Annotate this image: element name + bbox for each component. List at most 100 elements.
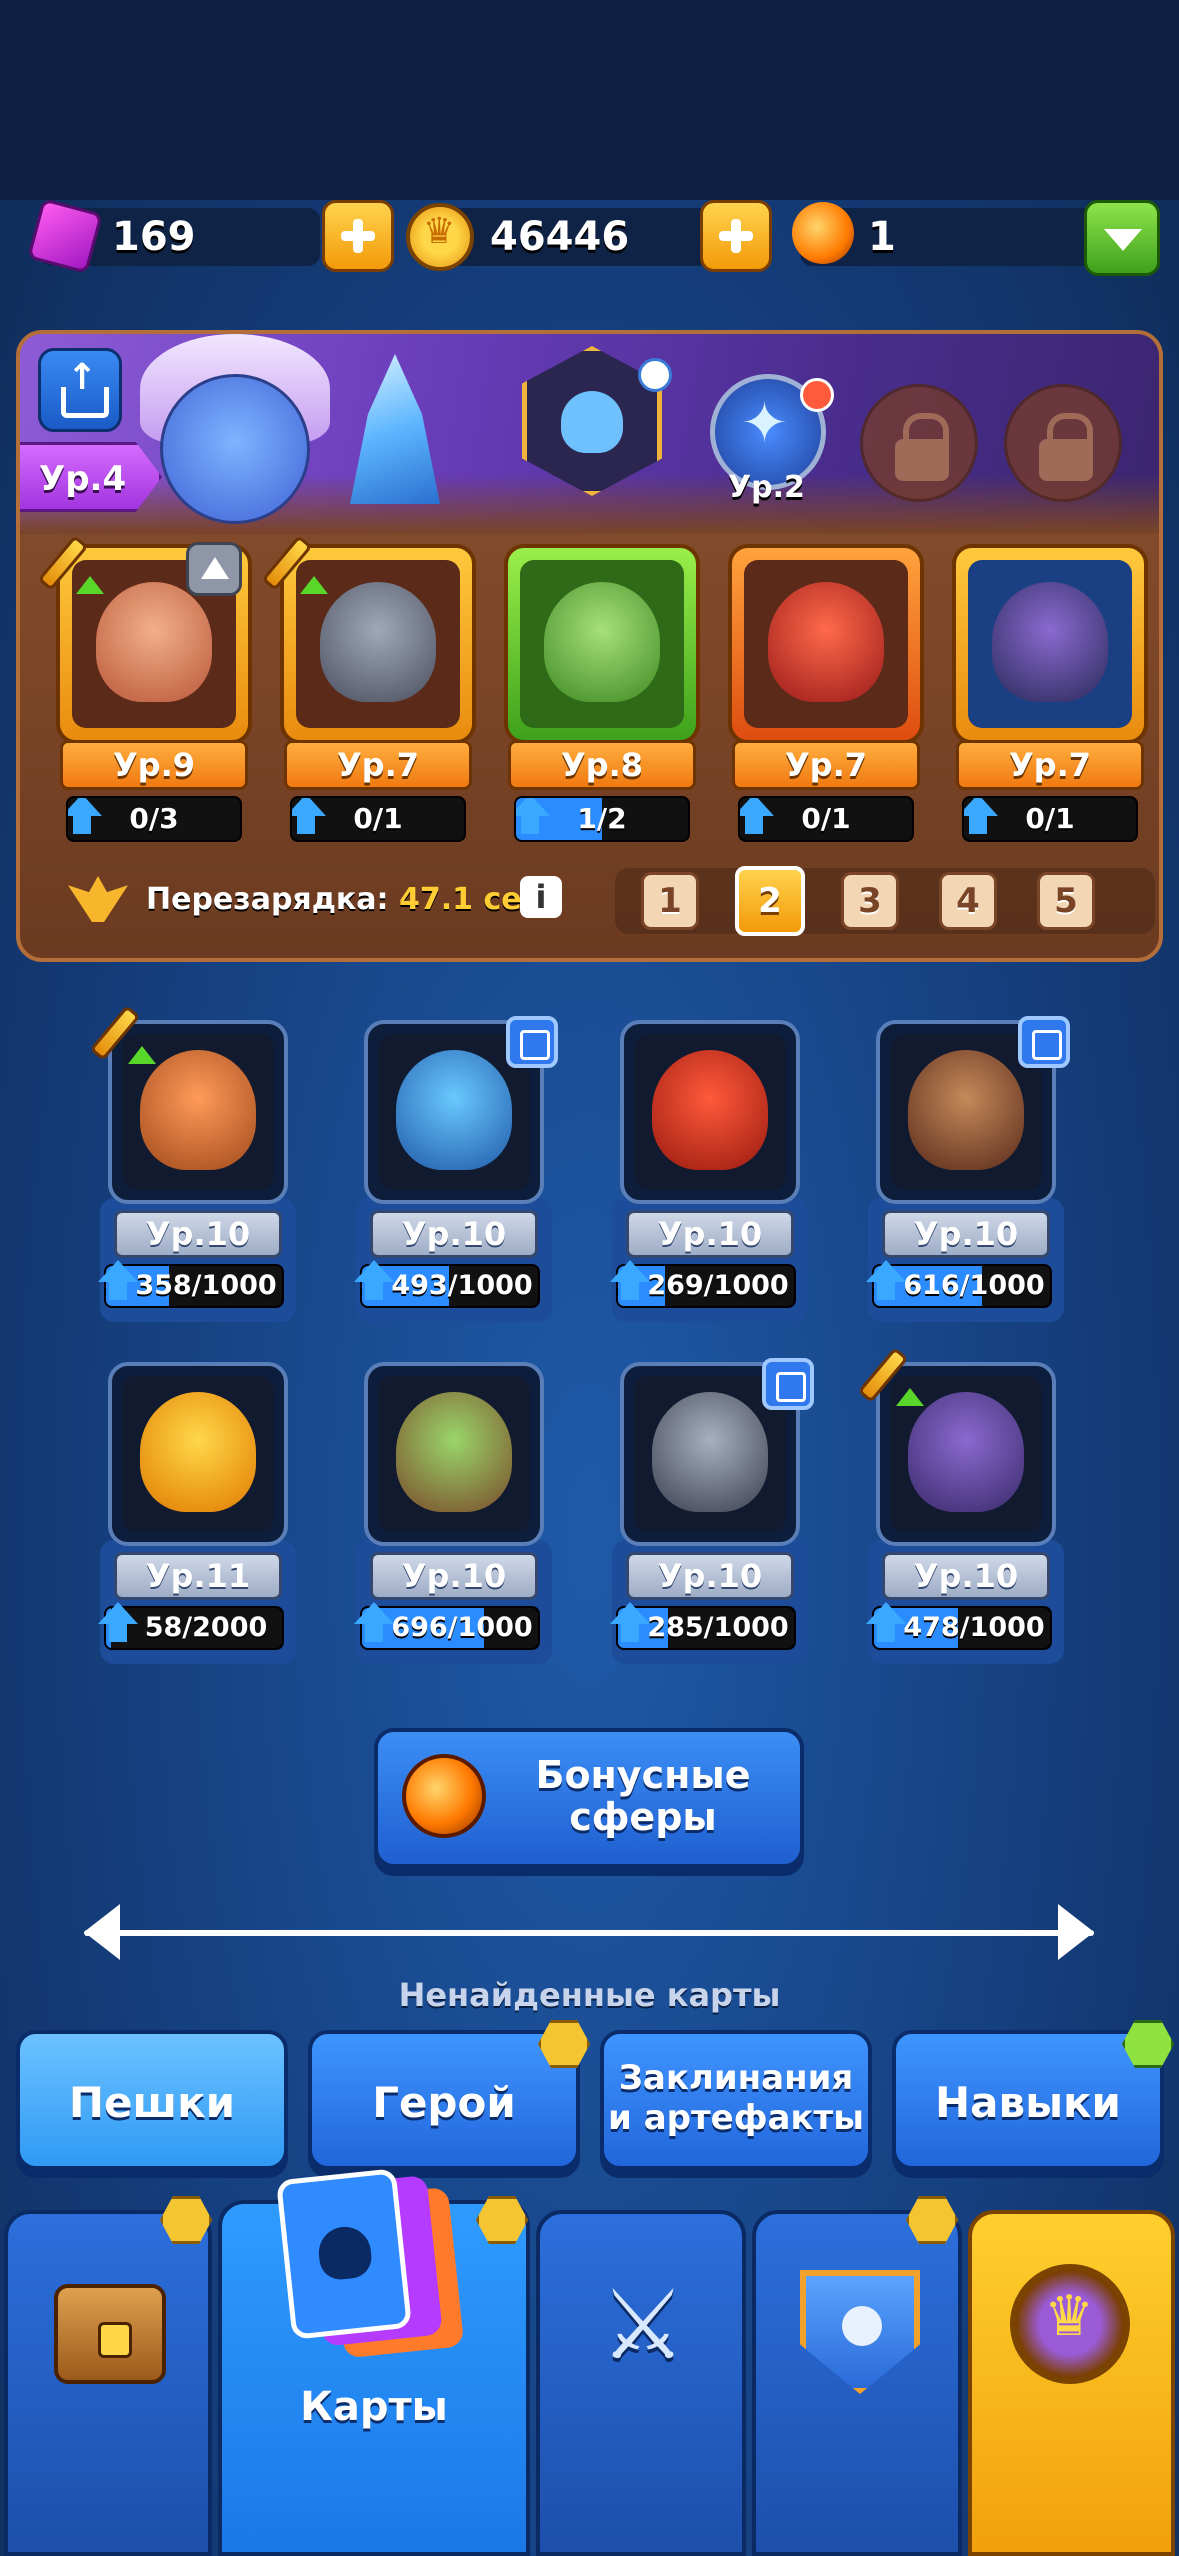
card-progress: 0/1 bbox=[738, 796, 914, 842]
collection-card-1[interactable]: Ур.10 358/1000 bbox=[89, 1004, 296, 1322]
arrow-stem-shape bbox=[877, 1280, 895, 1300]
green-arrow-shape bbox=[128, 1046, 156, 1064]
card-level: Ур.10 bbox=[626, 1552, 794, 1600]
deck-tab-3[interactable]: 3 bbox=[841, 872, 899, 930]
eagle-icon bbox=[68, 876, 128, 922]
locked-slot-2[interactable] bbox=[1004, 384, 1122, 502]
upgrade-arrow-icon bbox=[964, 798, 1002, 840]
upgrade-arrow-icon bbox=[292, 798, 330, 840]
currency-bar: 169 46446 1 bbox=[20, 198, 1160, 276]
card-level: Ур.10 bbox=[882, 1210, 1050, 1258]
arrow-stem-shape bbox=[109, 1622, 127, 1642]
arrow-stem-shape bbox=[521, 814, 539, 834]
collection-card-6[interactable]: Ур.10 696/1000 bbox=[354, 1362, 552, 1664]
card-art-bg bbox=[520, 560, 684, 728]
card-frame bbox=[620, 1020, 800, 1204]
lightning-mage-unit-art bbox=[140, 1392, 256, 1512]
nav-tab-clan[interactable] bbox=[752, 2210, 962, 2556]
progress-text: 58/2000 bbox=[144, 1612, 268, 1643]
arrow-stem-shape bbox=[365, 1622, 383, 1642]
card-art-bg bbox=[968, 560, 1132, 728]
engineer-unit-art bbox=[320, 582, 436, 702]
green-arrow-shape bbox=[76, 576, 104, 594]
reload-label-text: Перезарядка: bbox=[146, 882, 389, 917]
collection-card-3[interactable]: Ур.10 269/1000 bbox=[610, 1020, 808, 1322]
hero-portrait[interactable] bbox=[130, 334, 440, 544]
collection-card-7[interactable]: Ур.10 285/1000 bbox=[610, 1358, 814, 1664]
card-progress: 0/1 bbox=[962, 796, 1138, 842]
monk-unit-art bbox=[96, 582, 212, 702]
arrow-stem-shape bbox=[877, 1622, 895, 1642]
status-area bbox=[0, 0, 1179, 200]
buy-gems-button[interactable] bbox=[322, 200, 394, 272]
card-progress: 1/2 bbox=[514, 796, 690, 842]
collection-card-4[interactable]: Ур.10 616/1000 bbox=[866, 1016, 1070, 1322]
deck-card-3[interactable]: Ур.8 1/2 bbox=[504, 544, 700, 844]
deck-tab-5[interactable]: 5 bbox=[1037, 872, 1095, 930]
upgrade-arrow-icon bbox=[68, 798, 106, 840]
orb-icon bbox=[402, 1754, 486, 1838]
category-label: Заклинания и артефакты bbox=[608, 2058, 864, 2138]
boar-gunner-unit-art bbox=[908, 1050, 1024, 1170]
bonus-orbs-button[interactable]: Бонусные сферы bbox=[374, 1728, 804, 1868]
category-pawns[interactable]: Пешки bbox=[16, 2030, 288, 2170]
card-level: Ур.11 bbox=[114, 1552, 282, 1600]
green-arrow-shape bbox=[300, 576, 328, 594]
upgrade-arrow-icon bbox=[354, 1602, 396, 1652]
locked-slot-1[interactable] bbox=[860, 384, 978, 502]
nav-tab-battle[interactable]: ⚔ bbox=[536, 2210, 746, 2556]
card-level: Ур.7 bbox=[732, 740, 920, 790]
info-button[interactable]: i bbox=[520, 876, 562, 918]
deck-card-5[interactable]: Ур.7 0/1 bbox=[952, 544, 1148, 844]
talent-level: Ур.2 bbox=[728, 470, 805, 505]
category-hero[interactable]: Герой bbox=[308, 2030, 580, 2170]
brawler-unit-art bbox=[908, 1392, 1024, 1512]
collection-card-2[interactable]: Ур.10 493/1000 bbox=[354, 1016, 558, 1322]
progress-text: 269/1000 bbox=[647, 1270, 789, 1301]
buy-coins-button[interactable] bbox=[700, 200, 772, 272]
arrow-stem-shape bbox=[73, 814, 91, 834]
category-spells-artifacts[interactable]: Заклинания и артефакты bbox=[600, 2030, 872, 2170]
nav-tab-events[interactable] bbox=[968, 2210, 1175, 2556]
category-label: Пешки bbox=[68, 2078, 236, 2127]
gems-count: 169 bbox=[112, 214, 196, 260]
collection-card-8[interactable]: Ур.10 478/1000 bbox=[857, 1346, 1064, 1664]
card-level: Ур.10 bbox=[626, 1210, 794, 1258]
green-arrow-shape bbox=[896, 1388, 924, 1406]
scroll-right-arrow-icon[interactable] bbox=[1058, 1904, 1094, 1960]
arrow-head-shape bbox=[866, 1602, 906, 1624]
share-deck-button[interactable] bbox=[38, 348, 122, 432]
category-label: Герой bbox=[372, 2078, 516, 2127]
rarity-badge-icon bbox=[1018, 1016, 1070, 1068]
undiscovered-cards-label: Ненайденные карты bbox=[398, 1976, 781, 2014]
orb-plus-icon[interactable] bbox=[792, 202, 854, 264]
upgrade-arrow-icon bbox=[610, 1260, 652, 1310]
nav-tab-cards[interactable]: Карты bbox=[218, 2168, 530, 2556]
ninja-unit-art bbox=[652, 1392, 768, 1512]
hero-face bbox=[160, 374, 310, 524]
upgrade-arrow-icon bbox=[740, 798, 778, 840]
deck-tab-1[interactable]: 1 bbox=[641, 872, 699, 930]
arrow-stem-shape bbox=[969, 814, 987, 834]
rarity-icon bbox=[186, 542, 242, 596]
card-level: Ур.10 bbox=[370, 1552, 538, 1600]
deck-tab-2[interactable]: 2 bbox=[735, 866, 805, 936]
collection-card-5[interactable]: Ур.11 58/2000 bbox=[98, 1362, 296, 1664]
arrow-stem-shape bbox=[297, 814, 315, 834]
card-level: Ур.10 bbox=[882, 1552, 1050, 1600]
dropdown-button[interactable] bbox=[1084, 200, 1160, 276]
nav-tab-shop[interactable] bbox=[4, 2210, 212, 2556]
hero-level-tag: Ур.4 bbox=[20, 442, 162, 512]
deck-card-4[interactable]: Ур.7 0/1 bbox=[728, 544, 924, 844]
gunslinger-unit-art bbox=[992, 582, 1108, 702]
talent-badge bbox=[800, 378, 834, 412]
card-level: Ур.8 bbox=[508, 740, 696, 790]
card-level: Ур.10 bbox=[114, 1210, 282, 1258]
progress-text: 285/1000 bbox=[647, 1612, 789, 1643]
arrow-head-shape bbox=[516, 798, 550, 816]
reload-row: Перезарядка: 47.1 сек. i 1 2 3 4 5 bbox=[50, 862, 1159, 942]
deck-tab-4[interactable]: 4 bbox=[939, 872, 997, 930]
arrow-head-shape bbox=[98, 1602, 138, 1624]
progress-text: 616/1000 bbox=[903, 1270, 1045, 1301]
category-skills[interactable]: Навыки bbox=[892, 2030, 1164, 2170]
